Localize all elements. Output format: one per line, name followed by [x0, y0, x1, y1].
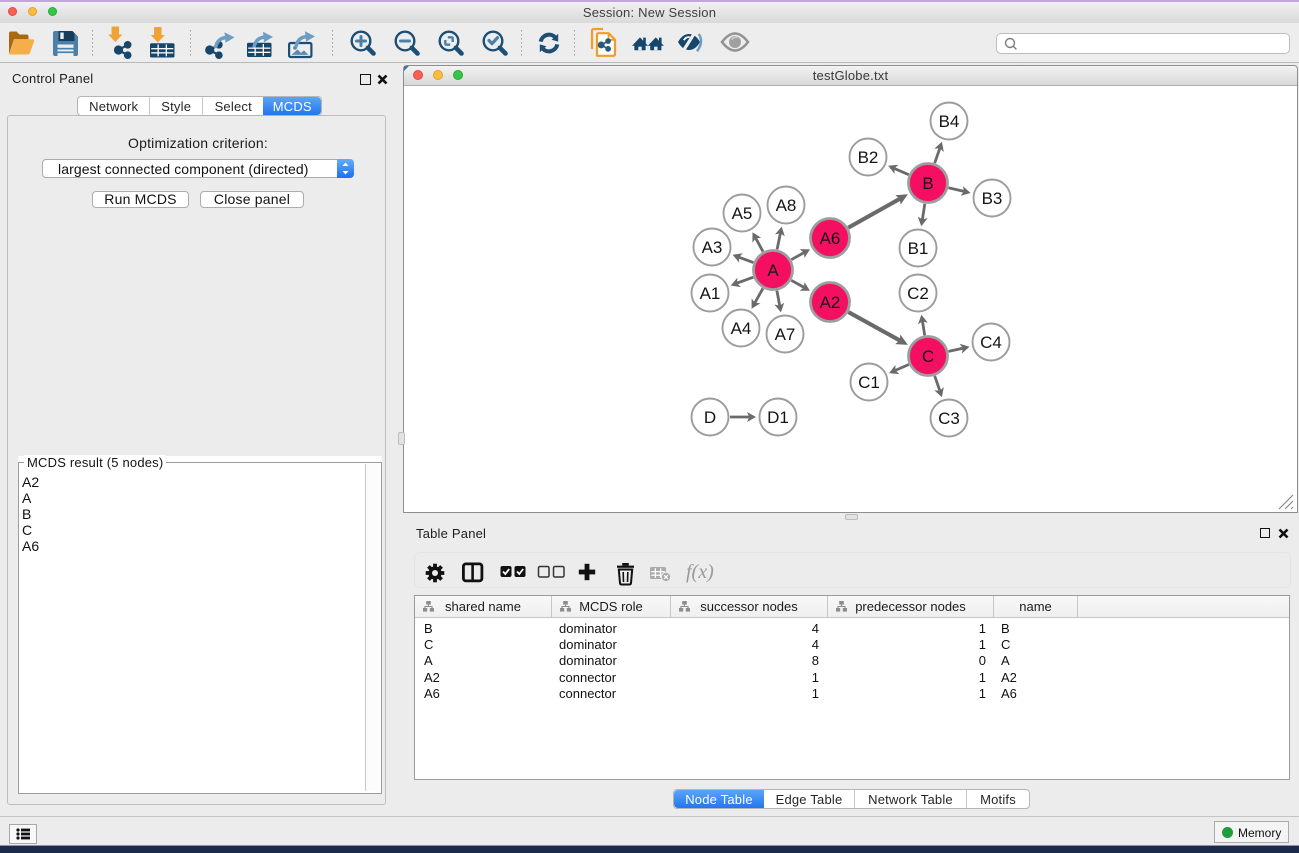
svg-text:A3: A3 [702, 238, 723, 257]
svg-text:B: B [922, 174, 933, 193]
svg-text:A1: A1 [700, 284, 721, 303]
svg-text:A: A [767, 261, 779, 280]
svg-text:B3: B3 [982, 189, 1003, 208]
svg-text:D1: D1 [767, 408, 789, 427]
svg-text:B2: B2 [858, 148, 879, 167]
svg-text:C: C [922, 347, 934, 366]
svg-text:B4: B4 [939, 112, 960, 131]
svg-text:C3: C3 [938, 409, 960, 428]
svg-text:A5: A5 [732, 204, 753, 223]
svg-text:B1: B1 [908, 239, 929, 258]
svg-text:C2: C2 [907, 284, 929, 303]
svg-text:C1: C1 [858, 373, 880, 392]
svg-text:C4: C4 [980, 333, 1002, 352]
svg-text:A4: A4 [731, 319, 752, 338]
svg-text:A7: A7 [775, 325, 796, 344]
svg-text:D: D [704, 408, 716, 427]
svg-text:A8: A8 [776, 196, 797, 215]
svg-text:A2: A2 [820, 293, 841, 312]
svg-text:A6: A6 [820, 229, 841, 248]
